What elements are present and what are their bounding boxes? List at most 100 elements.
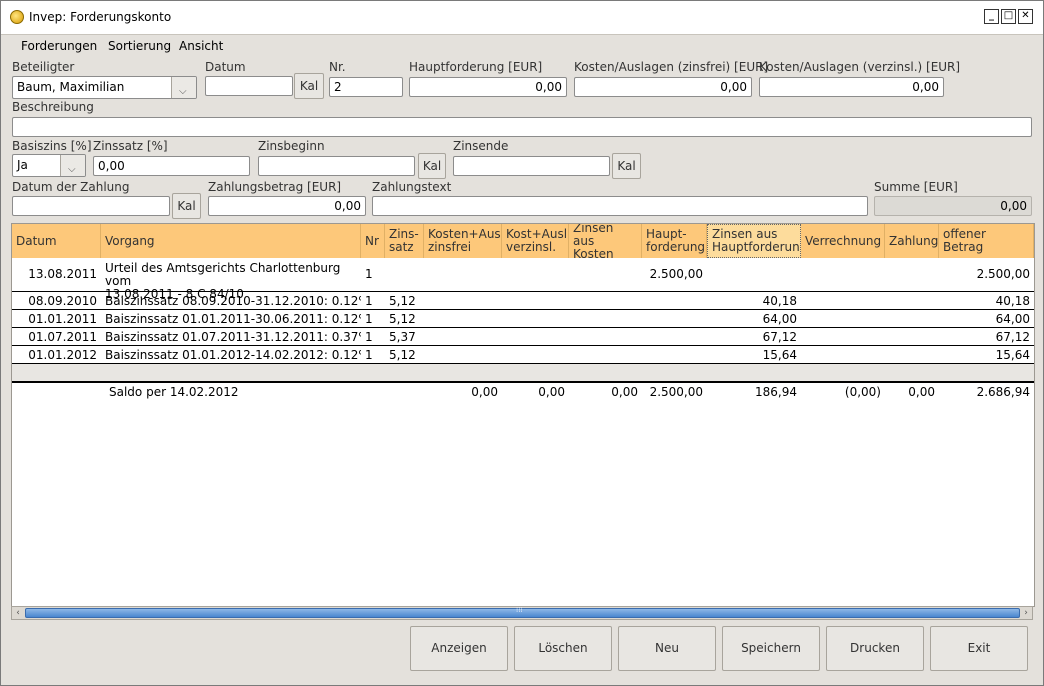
exit-button[interactable]: Exit <box>930 626 1028 671</box>
table-row[interactable]: 01.01.2011 Baiszinssatz 01.01.2011-30.06.… <box>12 310 1034 328</box>
table-cell: 1 <box>365 348 373 362</box>
table-cell: 1 <box>365 294 373 308</box>
table-cell: 186,94 <box>755 385 797 399</box>
table-cell <box>569 364 642 382</box>
column-header[interactable]: Zinsen aus Hauptforderung <box>707 224 801 258</box>
table-cell <box>361 383 385 401</box>
table-cell <box>642 292 707 310</box>
maximize-button[interactable]: □ <box>1001 9 1016 24</box>
close-button[interactable]: ✕ <box>1018 9 1033 24</box>
table-row[interactable]: Saldo per 14.02.2012 0,00 0,00 0,00 2.500,00… <box>12 382 1034 400</box>
table-cell <box>569 310 642 328</box>
menu-forderungen[interactable]: Forderungen <box>21 39 97 53</box>
zahlungstext-input[interactable] <box>372 196 868 216</box>
table-cell <box>885 364 939 382</box>
kosten-verzinsl-label: Kosten/Auslagen (verzinsl.) [EUR] <box>759 60 961 74</box>
zinsende-kal-button[interactable]: Kal <box>612 153 641 179</box>
zinssatz-input[interactable]: 0,00 <box>93 156 250 176</box>
column-header[interactable]: Datum <box>12 224 101 258</box>
zinsende-label: Zinsende <box>453 139 509 153</box>
column-header[interactable]: offener Betrag <box>939 224 1034 258</box>
table-cell: 67,12 <box>762 330 797 344</box>
beschreibung-input[interactable] <box>12 117 1032 137</box>
column-header[interactable]: Verrechnung <box>801 224 885 258</box>
column-header[interactable]: Zinsen aus Kosten <box>569 224 642 258</box>
horizontal-scrollbar[interactable]: ‹ ⁞⁞⁞ › <box>11 606 1033 620</box>
kosten-zinsfrei-input[interactable]: 0,00 <box>574 77 752 97</box>
minimize-button[interactable]: _ <box>984 9 999 24</box>
nr-input[interactable]: 2 <box>329 77 403 97</box>
datum-zahlung-input[interactable] <box>12 196 170 216</box>
basiszins-combo[interactable]: Ja ⌵ <box>12 154 86 177</box>
column-header[interactable]: Kost+Ausl verzinsl. <box>502 224 569 258</box>
column-header[interactable]: Vorgang <box>101 224 361 258</box>
table-cell <box>361 364 385 382</box>
table-cell <box>801 310 885 328</box>
zinsbeginn-kal-button[interactable]: Kal <box>418 153 446 179</box>
chevron-down-icon[interactable]: ⌵ <box>60 155 85 176</box>
datum-input[interactable] <box>205 76 293 96</box>
column-header[interactable]: Haupt- forderung <box>642 224 707 258</box>
table-cell <box>885 260 939 292</box>
table-row[interactable]: 08.09.2010 Baiszinssatz 08.09.2010-31.12.… <box>12 292 1034 310</box>
datum-kal-button[interactable]: Kal <box>294 73 324 99</box>
table-row[interactable]: 01.07.2011 Baiszinssatz 01.07.2011-31.12.… <box>12 328 1034 346</box>
table-cell: 2.686,94 <box>976 385 1030 399</box>
table-cell: 0,00 <box>471 385 498 399</box>
beteiligter-label: Beteiligter <box>12 60 75 74</box>
table-cell <box>707 364 801 382</box>
table-cell: 40,18 <box>995 294 1030 308</box>
forderungen-table[interactable]: Datum Vorgang Nr Zins- satz Kosten+Ausl zins… <box>11 223 1035 607</box>
table-header: Datum Vorgang Nr Zins- satz Kosten+Ausl zins… <box>12 224 1034 258</box>
table-cell <box>101 364 361 382</box>
table-cell <box>569 260 642 292</box>
beteiligter-combo[interactable]: Baum, Maximilian ⌵ <box>12 76 197 99</box>
column-header[interactable]: Kosten+Ausl zinsfrei <box>424 224 502 258</box>
table-cell <box>12 364 101 382</box>
table-cell <box>642 346 707 364</box>
table-row[interactable]: 13.08.2011 Urteil des Amtsgerichts Charlo… <box>12 260 1034 301</box>
menu-bar: Forderungen Sortierung Ansicht <box>1 35 1043 59</box>
drucken-button[interactable]: Drucken <box>826 626 924 671</box>
table-cell <box>502 310 569 328</box>
table-cell <box>801 328 885 346</box>
table-cell: 15,64 <box>995 348 1030 362</box>
window: Invep: Forderungskonto _ □ ✕ Forderungen… <box>0 0 1044 686</box>
table-cell <box>502 364 569 382</box>
scroll-left-icon[interactable]: ‹ <box>12 607 24 619</box>
table-cell <box>801 364 885 382</box>
menu-ansicht[interactable]: Ansicht <box>179 39 223 53</box>
table-cell <box>502 328 569 346</box>
table-cell <box>707 260 801 292</box>
hauptforderung-input[interactable]: 0,00 <box>409 77 567 97</box>
table-cell <box>424 364 502 382</box>
table-cell: 67,12 <box>995 330 1030 344</box>
kosten-verzinsl-input[interactable]: 0,00 <box>759 77 944 97</box>
loeschen-button[interactable]: Löschen <box>514 626 612 671</box>
speichern-button[interactable]: Speichern <box>722 626 820 671</box>
table-cell: 2.500,00 <box>976 267 1030 281</box>
table-cell: 5,12 <box>389 312 416 326</box>
table-row[interactable]: 01.01.2012 Baiszinssatz 01.01.2012-14.02.… <box>12 346 1034 364</box>
neu-button[interactable]: Neu <box>618 626 716 671</box>
table-cell <box>885 328 939 346</box>
column-header[interactable]: Zahlung <box>885 224 939 258</box>
menu-sortierung[interactable]: Sortierung <box>108 39 171 53</box>
anzeigen-button[interactable]: Anzeigen <box>410 626 508 671</box>
zinsende-input[interactable] <box>453 156 610 176</box>
datum-zahlung-kal-button[interactable]: Kal <box>172 193 201 219</box>
table-cell <box>424 346 502 364</box>
scrollbar-thumb[interactable]: ⁞⁞⁞ <box>25 606 1020 618</box>
zinsbeginn-input[interactable] <box>258 156 415 176</box>
scroll-right-icon[interactable]: › <box>1020 607 1032 619</box>
table-cell <box>502 292 569 310</box>
zahlungsbetrag-input[interactable]: 0,00 <box>208 196 366 216</box>
table-cell: (0,00) <box>844 385 881 399</box>
column-header[interactable]: Zins- satz <box>385 224 424 258</box>
table-cell: 64,00 <box>995 312 1030 326</box>
table-row[interactable] <box>12 364 1034 382</box>
table-cell <box>569 346 642 364</box>
column-header[interactable]: Nr <box>361 224 385 258</box>
chevron-down-icon[interactable]: ⌵ <box>171 77 196 98</box>
table-cell <box>424 260 502 292</box>
